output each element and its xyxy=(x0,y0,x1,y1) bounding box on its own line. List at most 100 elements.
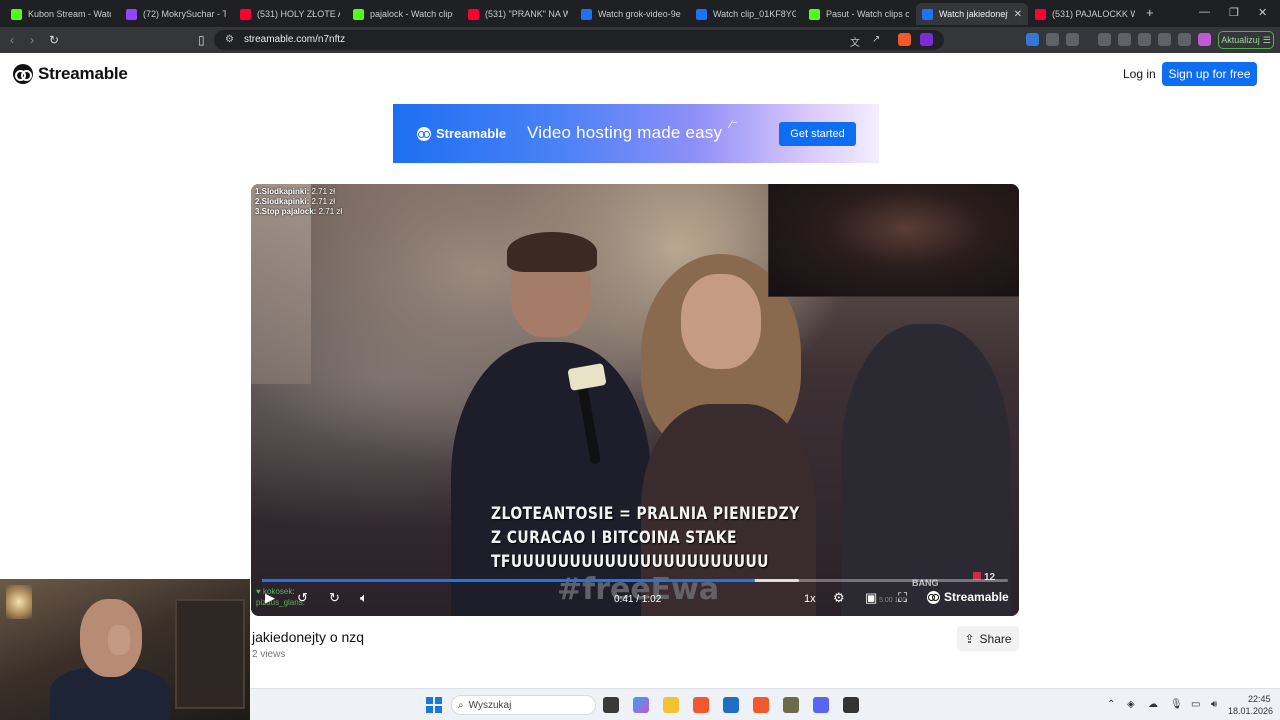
playback-speed-button[interactable]: 1x xyxy=(804,593,816,605)
tab-title: (531) HOLY ZŁOTE ANT xyxy=(257,9,340,19)
streamable-watermark[interactable]: Streamable xyxy=(927,590,1009,604)
browser-tab-strip: Kubon Stream - Watch (72) MokrySuchar - T… xyxy=(0,0,1280,27)
new-tab-button[interactable]: + xyxy=(1146,5,1154,20)
video-caption: ZLOTEANTOSIE = PRALNIA PIENIEDZY Z CURAC… xyxy=(491,502,800,574)
browser-tab[interactable]: Watch grok-video-9e5 xyxy=(575,3,687,25)
windows-taskbar: ⌕ Wyszukaj ⌃ ◈ ☁ 🎙︎ ▭ 🔊︎ 22:45 18.01.202… xyxy=(250,688,1280,720)
streamable-logo-icon xyxy=(13,64,33,84)
tab-title: (531) "PRANK" NA WE xyxy=(485,9,568,19)
address-toolbar: ‹ › ↻ ▯ ⚙ streamable.com/n7nftz 文 ↗ Aktu… xyxy=(0,27,1280,53)
brave-active-icon[interactable] xyxy=(753,697,769,713)
fullscreen-icon[interactable]: ⛶ xyxy=(898,590,907,606)
puzzle-icon[interactable] xyxy=(1046,33,1059,46)
windows-start-icon[interactable] xyxy=(426,697,442,713)
get-started-button[interactable]: Get started xyxy=(779,122,856,146)
media-icon[interactable] xyxy=(1098,33,1111,46)
pip-icon[interactable]: ▣ xyxy=(865,590,877,606)
back-icon[interactable]: ‹ xyxy=(10,33,14,47)
forward-skip-icon[interactable]: ↻ xyxy=(329,590,340,606)
browser-tab[interactable]: (531) "PRANK" NA WE xyxy=(462,3,574,25)
streamable-logo-icon xyxy=(927,590,940,604)
promo-banner[interactable]: Streamable Video hosting made easy ⁄⁻ Ge… xyxy=(393,104,879,163)
settings-icon[interactable]: ⚙ xyxy=(833,590,845,606)
browser-tab[interactable]: (72) MokrySuchar - Tw xyxy=(120,3,232,25)
leo-icon[interactable] xyxy=(1158,33,1171,46)
streamer-hand xyxy=(108,625,130,655)
bookmark-icon[interactable]: ▯ xyxy=(198,33,205,47)
volume-icon[interactable]: 🔈︎ xyxy=(360,590,368,606)
tray-app-icon[interactable]: ◈ xyxy=(1127,699,1135,710)
wallet-icon[interactable] xyxy=(1066,33,1079,46)
banner-logo-text: Streamable xyxy=(436,126,507,141)
browser-tab[interactable]: pajalock - Watch clips xyxy=(347,3,459,25)
file-explorer-icon[interactable] xyxy=(663,697,679,713)
rewind-icon[interactable]: ↺ xyxy=(297,590,308,606)
donor-list: 1.Slodkapinki: 2.71 zł 2.Slodkapinki: 2.… xyxy=(255,187,342,217)
close-window-icon[interactable]: ✕ xyxy=(1258,6,1267,19)
brave-browser-icon[interactable] xyxy=(693,697,709,713)
share-page-icon[interactable]: ↗ xyxy=(872,34,880,45)
clock-time[interactable]: 22:45 xyxy=(1248,694,1271,704)
update-button[interactable]: Aktualizuj ☰ xyxy=(1218,31,1274,49)
reload-icon[interactable]: ↻ xyxy=(49,33,59,47)
update-label: Aktualizuj xyxy=(1221,35,1260,45)
browser-tab[interactable]: (531) HOLY ZŁOTE ANT xyxy=(234,3,346,25)
seek-bar[interactable] xyxy=(262,579,1008,582)
vpn-icon[interactable] xyxy=(1178,33,1191,46)
copilot-icon[interactable] xyxy=(633,697,649,713)
browser-tab[interactable]: (531) PAJALOCKK WYJ xyxy=(1029,3,1141,25)
youtube-icon xyxy=(1035,8,1046,20)
obs-icon[interactable] xyxy=(843,697,859,713)
caption-line: ZLOTEANTOSIE = PRALNIA PIENIEDZY xyxy=(491,504,800,524)
task-view-icon[interactable] xyxy=(603,697,619,713)
url-text: streamable.com/n7nftz xyxy=(244,34,346,45)
tab-title: Pasut - Watch clips on xyxy=(826,9,909,19)
onedrive-icon[interactable]: ☁ xyxy=(1148,699,1158,710)
taskbar-search[interactable]: ⌕ Wyszukaj xyxy=(451,695,596,715)
browser-tab[interactable]: Watch jakiedonejt ✕ xyxy=(916,3,1028,25)
donor-row: 3.Stop pajalock: 2.71 zł xyxy=(255,207,343,216)
translate-icon[interactable]: 文 xyxy=(850,34,860,49)
display-icon[interactable]: ▭ xyxy=(1191,699,1200,710)
address-bar[interactable]: ⚙ streamable.com/n7nftz 文 ↗ xyxy=(214,30,944,50)
kick-icon xyxy=(353,8,364,20)
store-icon[interactable] xyxy=(723,697,739,713)
background-shelf xyxy=(175,599,245,709)
progress-bar xyxy=(262,579,756,582)
discord-icon[interactable] xyxy=(813,697,829,713)
site-info-icon[interactable]: ⚙ xyxy=(225,34,234,45)
sidebar-icon[interactable] xyxy=(1118,33,1131,46)
brave-shields-icon[interactable] xyxy=(898,33,911,46)
caption-line: TFUUUUUUUUUUUUUUUUUUUUUU xyxy=(491,552,769,572)
login-link[interactable]: Log in xyxy=(1123,67,1156,81)
close-tab-icon[interactable]: ✕ xyxy=(1008,9,1022,20)
brave-rewards-icon[interactable] xyxy=(920,33,933,46)
browser-tab[interactable]: Kubon Stream - Watch xyxy=(5,3,117,25)
app-icon[interactable] xyxy=(783,697,799,713)
tray-overflow-icon[interactable]: ⌃ xyxy=(1107,699,1115,710)
video-player[interactable]: 1.Slodkapinki: 2.71 zł 2.Slodkapinki: 2.… xyxy=(251,184,1019,616)
forward-icon[interactable]: › xyxy=(30,33,34,47)
tab-title: (531) PAJALOCKK WYJ xyxy=(1052,9,1135,19)
minimize-icon[interactable]: — xyxy=(1199,6,1210,18)
extension-icon[interactable] xyxy=(1026,33,1039,46)
logo-text: Streamable xyxy=(38,64,128,83)
browser-tab[interactable]: Pasut - Watch clips on xyxy=(803,3,915,25)
signup-button[interactable]: Sign up for free xyxy=(1162,62,1257,86)
profile-icon[interactable] xyxy=(1198,33,1211,46)
time-display: 0:41 / 1:02 xyxy=(614,594,662,605)
play-icon[interactable]: ▶ xyxy=(265,590,275,606)
streamable-logo[interactable]: Streamable xyxy=(13,64,128,84)
streamable-icon xyxy=(581,8,592,20)
volume-tray-icon[interactable]: 🔊︎ xyxy=(1211,699,1217,710)
view-count: 2 views xyxy=(252,649,286,660)
browser-tab[interactable]: Watch clip_01KF8YGGF xyxy=(690,3,802,25)
microphone-tray-icon[interactable]: 🎙︎ xyxy=(1170,699,1183,710)
tab-title: pajalock - Watch clips xyxy=(370,9,453,19)
tab-title: Kubon Stream - Watch xyxy=(28,9,111,19)
share-button[interactable]: ⇪ Share xyxy=(957,626,1019,651)
tabs-icon[interactable] xyxy=(1138,33,1151,46)
restore-icon[interactable]: ❐ xyxy=(1229,6,1239,19)
share-label: Share xyxy=(979,631,1012,646)
clock-date[interactable]: 18.01.2026 xyxy=(1228,706,1273,716)
